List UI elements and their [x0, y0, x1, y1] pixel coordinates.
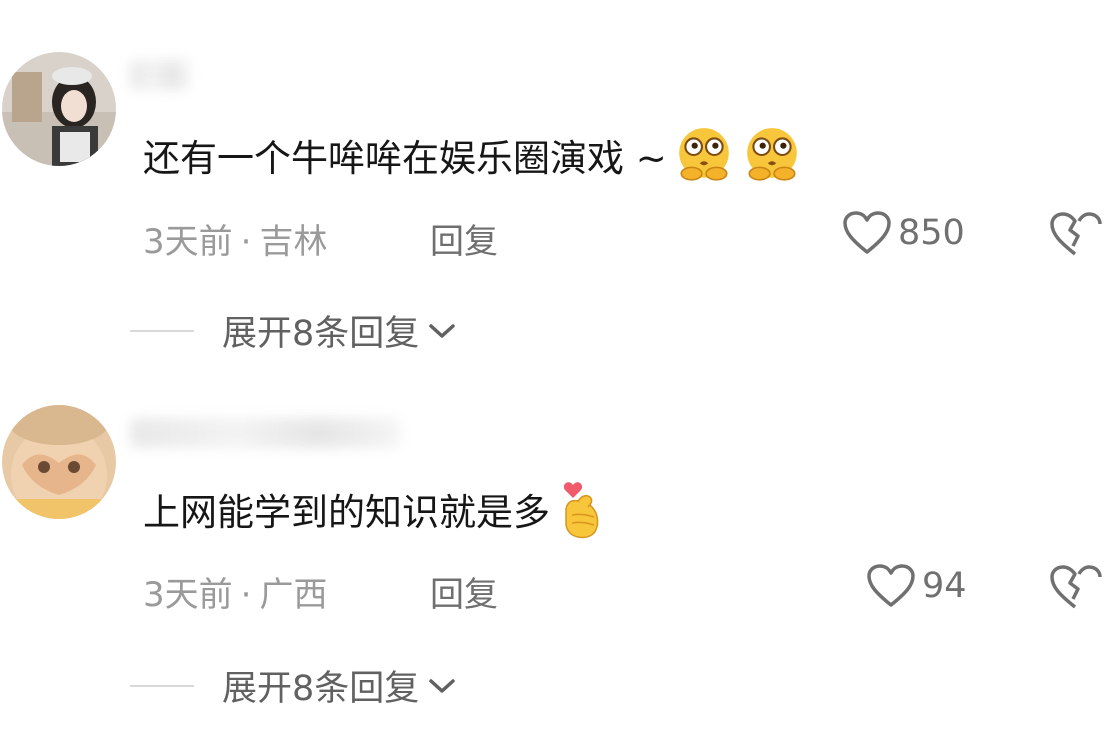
dislike-button[interactable]	[1048, 210, 1102, 258]
comment-text-content: 上网能学到的知识就是多	[143, 491, 550, 534]
like-count: 94	[922, 566, 967, 606]
meta-separator: ·	[240, 222, 252, 262]
expand-replies-button[interactable]: 展开8条回复	[130, 305, 457, 356]
face-with-hands-emoji	[673, 124, 735, 186]
divider-line	[130, 684, 194, 687]
username-blurred[interactable]	[130, 418, 400, 448]
like-button[interactable]: 850	[842, 210, 965, 256]
heart-outline-icon	[843, 211, 891, 254]
avatar[interactable]	[2, 52, 116, 166]
reply-button[interactable]: 回复	[430, 567, 498, 616]
chevron-down-icon	[429, 323, 456, 338]
meta-separator: ·	[240, 575, 252, 615]
username-blurred[interactable]	[130, 60, 190, 90]
divider-line	[130, 329, 194, 332]
dislike-button[interactable]	[1048, 563, 1102, 611]
reply-button[interactable]: 回复	[430, 214, 498, 263]
heart-outline-icon	[867, 564, 915, 607]
comment-time: 3天前	[143, 222, 233, 262]
chevron-down-icon	[429, 678, 456, 693]
avatar[interactable]	[2, 405, 116, 519]
expand-replies-label: 展开8条回复	[222, 314, 420, 354]
finger-heart-emoji	[556, 478, 606, 540]
comment-meta: 3天前 · 吉林	[143, 214, 327, 263]
comment-location: 广西	[259, 575, 328, 615]
comment-text: 还有一个牛哞哞在娱乐圈演戏 ~	[143, 124, 803, 186]
comment-text: 上网能学到的知识就是多	[143, 478, 606, 540]
broken-heart-icon	[1050, 565, 1102, 609]
expand-replies-label: 展开8条回复	[222, 669, 420, 709]
like-count: 850	[898, 213, 965, 253]
expand-replies-button[interactable]: 展开8条回复	[130, 660, 457, 711]
comment-location: 吉林	[259, 222, 328, 262]
comment-text-content: 还有一个牛哞哞在娱乐圈演戏 ~	[143, 137, 667, 180]
broken-heart-icon	[1050, 212, 1102, 256]
like-button[interactable]: 94	[866, 563, 967, 609]
comment-meta: 3天前 · 广西	[143, 567, 327, 616]
comment-time: 3天前	[143, 575, 233, 615]
face-with-hands-emoji	[741, 124, 803, 186]
